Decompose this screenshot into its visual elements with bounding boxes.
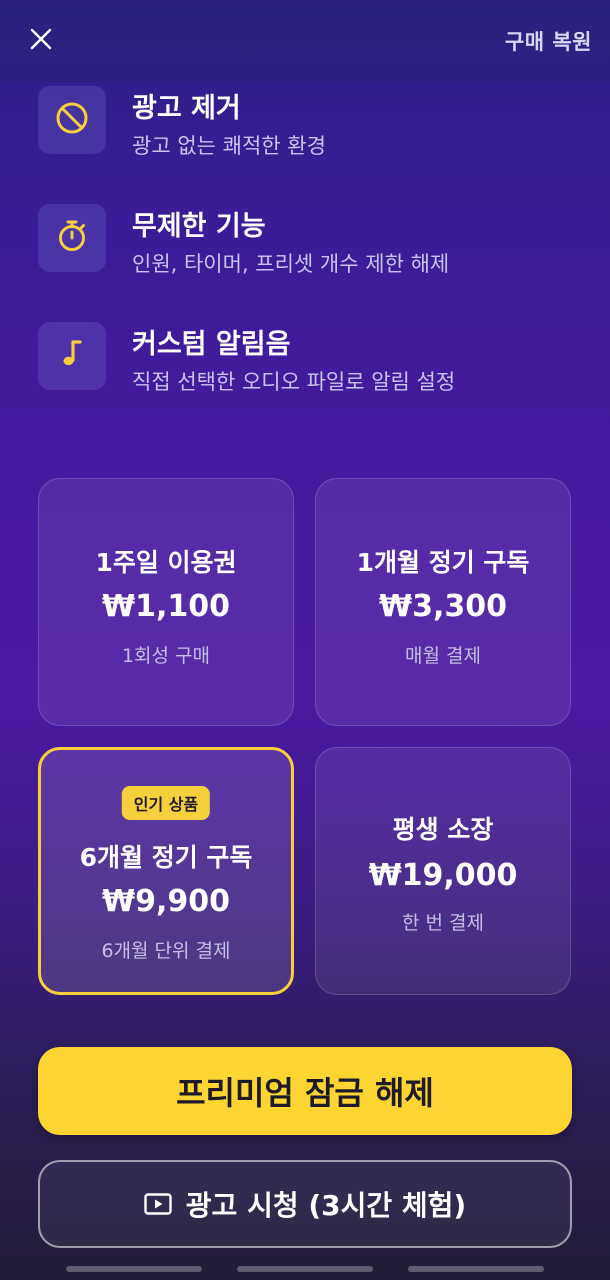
feature-unlimited: 무제한 기능 인원, 타이머, 프리셋 개수 제한 해제	[38, 204, 598, 276]
feature-description: 광고 없는 쾌적한 환경	[132, 134, 326, 158]
plan-card-lifetime[interactable]: 평생 소장 ₩19,000 한 번 결제	[315, 747, 571, 995]
watch-ad-button[interactable]: 광고 시청 (3시간 체험)	[38, 1160, 572, 1248]
stopwatch-icon	[54, 218, 90, 258]
play-icon	[144, 1193, 172, 1215]
feature-description: 인원, 타이머, 프리셋 개수 제한 해제	[132, 252, 450, 276]
plan-note: 매월 결제	[405, 645, 481, 667]
feature-title: 무제한 기능	[132, 211, 266, 242]
popular-badge: 인기 상품	[121, 786, 211, 820]
music-note-icon	[54, 336, 90, 376]
watch-ad-label: 광고 시청 (3시간 체험)	[185, 1189, 467, 1222]
feature-no-ads: 광고 제거 광고 없는 쾌적한 환경	[38, 86, 598, 158]
feature-icon-box	[38, 204, 106, 272]
restore-purchase-button[interactable]: 구매 복원	[505, 26, 592, 56]
close-icon	[29, 27, 53, 55]
unlock-premium-button[interactable]: 프리미엄 잠금 해제	[38, 1047, 572, 1135]
plan-note: 1회성 구매	[121, 645, 211, 667]
plan-price: ₩1,100	[102, 589, 230, 624]
plan-name: 1개월 정기 구독	[356, 548, 530, 577]
nav-hint-bar	[66, 1266, 202, 1272]
feature-icon-box	[38, 86, 106, 154]
no-ads-icon	[54, 100, 90, 140]
nav-hint-bar	[408, 1266, 544, 1272]
feature-icon-box	[38, 322, 106, 390]
unlock-premium-label: 프리미엄 잠금 해제	[176, 1074, 434, 1112]
plan-note: 한 번 결제	[402, 912, 484, 934]
nav-hint-bar	[237, 1266, 373, 1272]
plan-price: ₩19,000	[368, 858, 518, 893]
plan-card-1month[interactable]: 1개월 정기 구독 ₩3,300 매월 결제	[315, 478, 571, 726]
close-button[interactable]	[24, 24, 58, 58]
plan-card-6month[interactable]: 인기 상품 6개월 정기 구독 ₩9,900 6개월 단위 결제	[38, 747, 294, 995]
plan-card-1week[interactable]: 1주일 이용권 ₩1,100 1회성 구매	[38, 478, 294, 726]
plan-name: 평생 소장	[392, 815, 494, 844]
feature-custom-sound: 커스텀 알림음 직접 선택한 오디오 파일로 알림 설정	[38, 322, 598, 394]
plan-name: 6개월 정기 구독	[79, 843, 253, 872]
plan-note: 6개월 단위 결제	[101, 940, 231, 962]
plan-name: 1주일 이용권	[95, 548, 237, 577]
feature-title: 광고 제거	[132, 93, 241, 124]
feature-title: 커스텀 알림음	[132, 329, 291, 360]
plan-price: ₩9,900	[102, 884, 230, 919]
plan-price: ₩3,300	[379, 589, 507, 624]
feature-description: 직접 선택한 오디오 파일로 알림 설정	[132, 370, 456, 394]
